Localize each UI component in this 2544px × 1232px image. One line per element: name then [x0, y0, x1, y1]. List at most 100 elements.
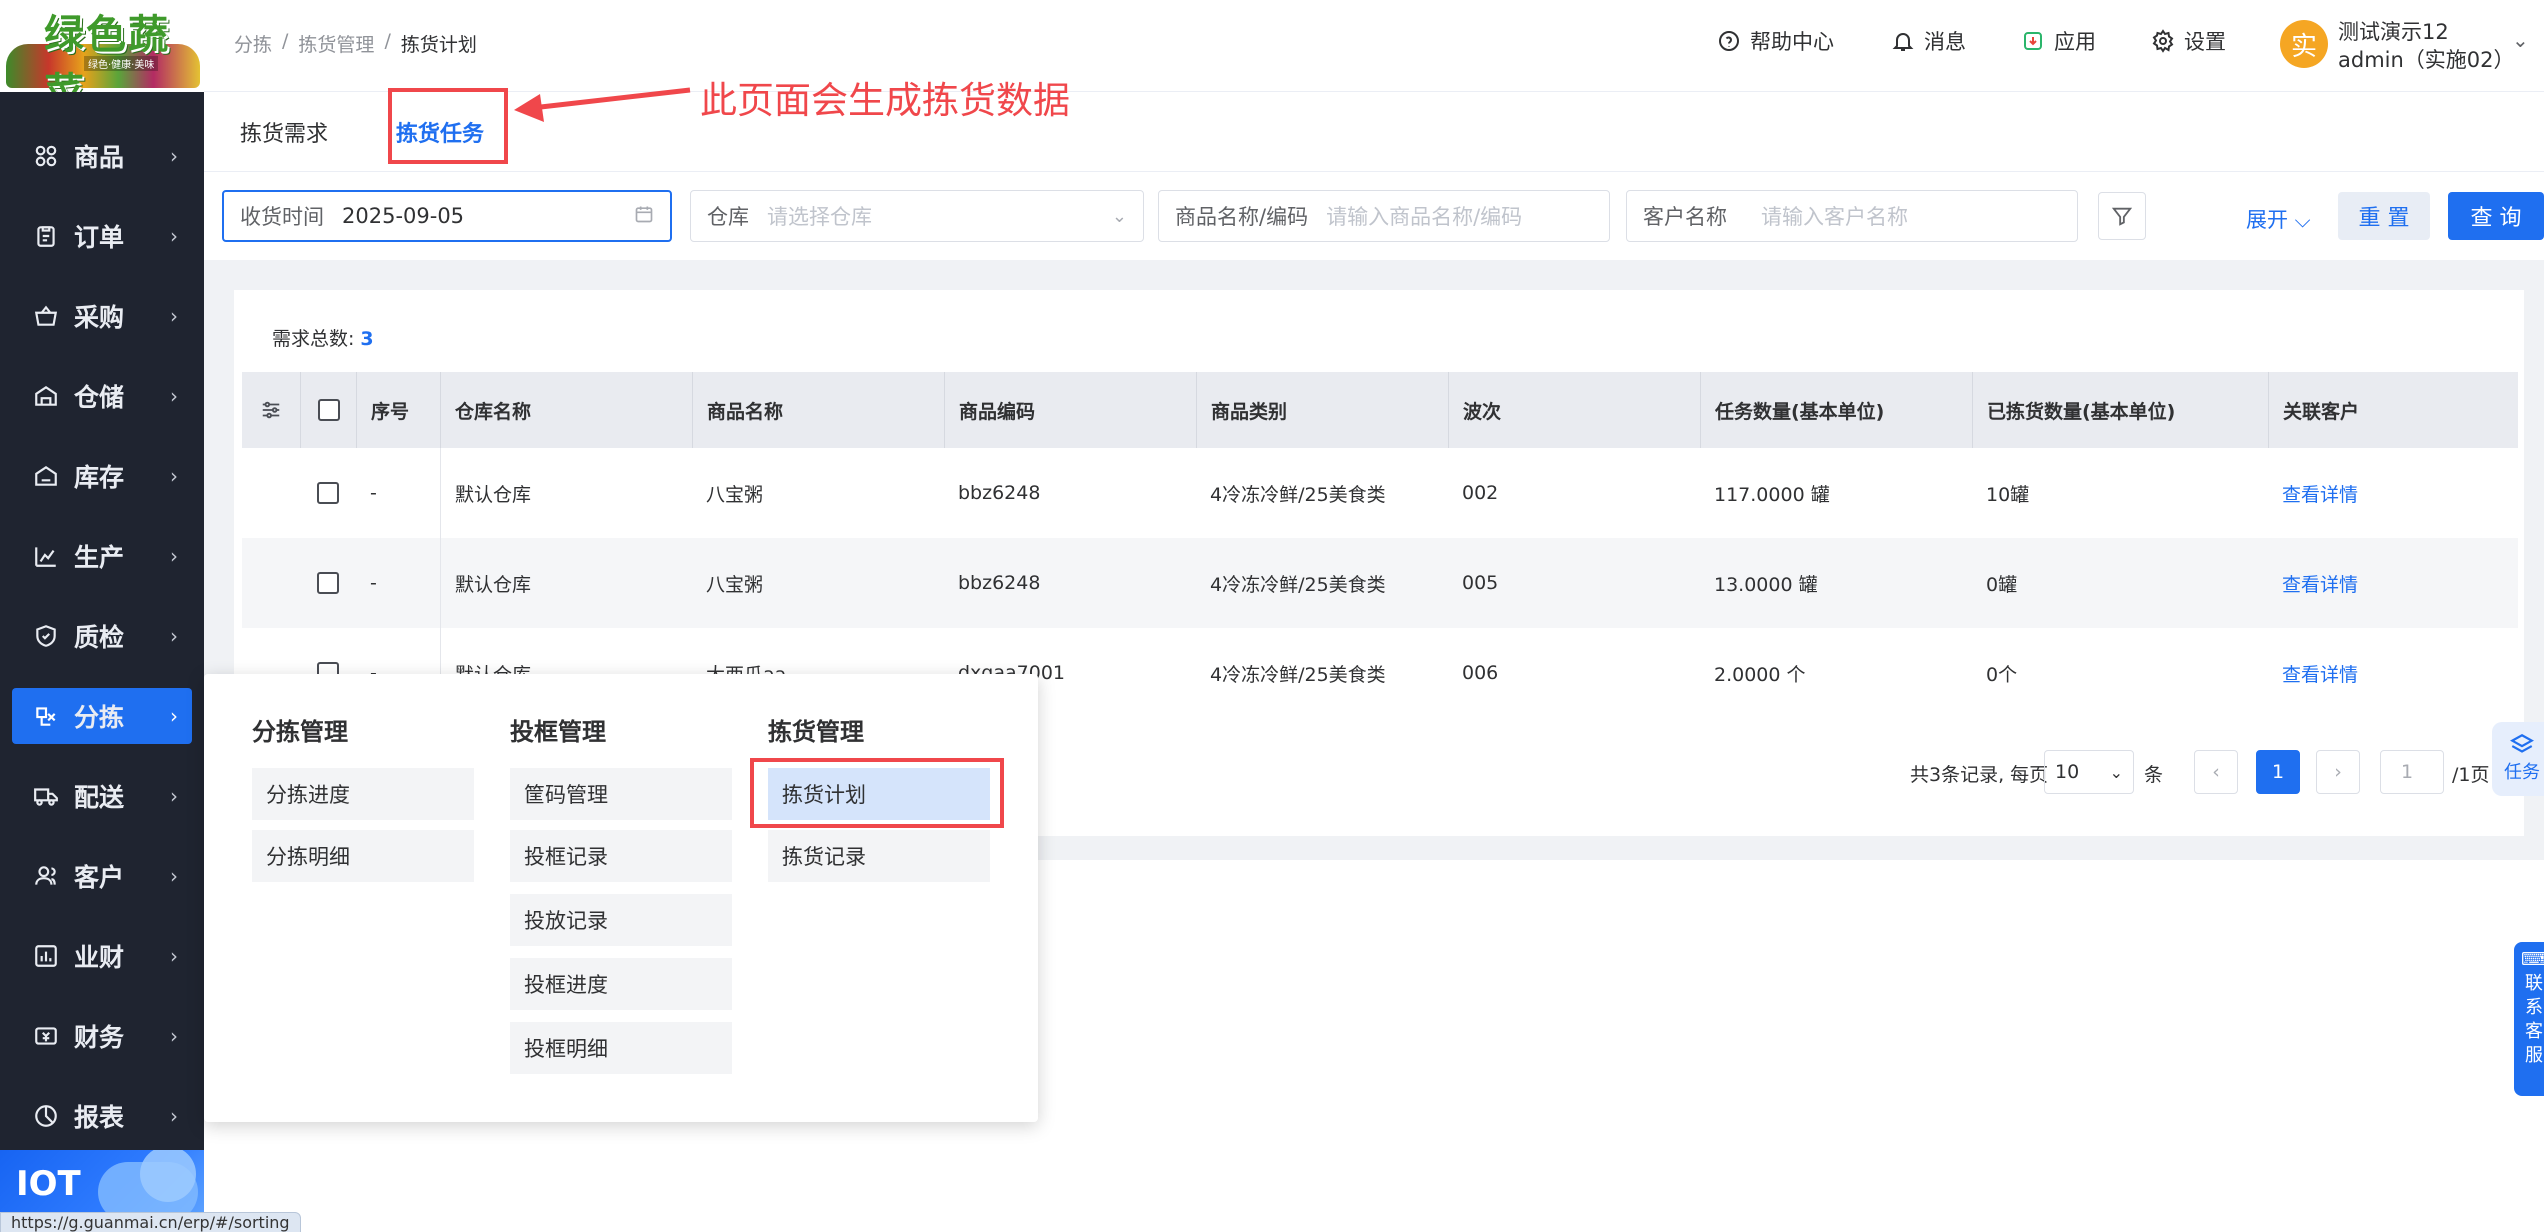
column-header: 任务数量(基本单位)	[1700, 372, 1972, 448]
sidebar-item-customer[interactable]: 客户 ›	[0, 848, 204, 904]
chevron-down-icon[interactable]: ⌄	[2512, 28, 2529, 52]
settings-button[interactable]: 设置	[2150, 26, 2226, 56]
cell-seq: -	[370, 572, 377, 594]
sidebar-item-goods[interactable]: 商品 ›	[0, 128, 204, 184]
submenu-item-sorting-detail[interactable]: 分拣明细	[252, 830, 474, 882]
checkbox[interactable]	[317, 482, 339, 504]
submenu-item-basket-record[interactable]: 投框记录	[510, 830, 732, 882]
sidebar-item-orders[interactable]: 订单 ›	[0, 208, 204, 264]
sidebar-item-purchase[interactable]: 采购 ›	[0, 288, 204, 344]
sidebar-item-label: 库存	[74, 463, 125, 492]
demand-total-count: 3	[360, 328, 374, 350]
top-header: 分拣 / 拣货管理 / 拣货计划 帮助中心 消息 应用 设置 实 测试演示12 …	[204, 0, 2544, 92]
sidebar-item-finance[interactable]: 财务 ›	[0, 1008, 204, 1064]
sorting-submenu: 分拣管理 分拣进度 分拣明细 投框管理 筐码管理 投框记录 投放记录 投框进度 …	[204, 674, 1038, 1122]
chevron-right-icon: ›	[170, 464, 178, 488]
apps-button[interactable]: 应用	[2020, 26, 2096, 56]
warehouse-label: 仓库	[707, 205, 749, 229]
submenu-item-put-record[interactable]: 投放记录	[510, 894, 732, 946]
sidebar-item-production[interactable]: 生产 ›	[0, 528, 204, 584]
pagination-summary: 共3条记录, 每页	[1910, 764, 2049, 786]
row-checkbox[interactable]	[300, 538, 356, 628]
sidebar-item-delivery[interactable]: 配送 ›	[0, 768, 204, 824]
table-row: - 默认仓库 八宝粥 bbz6248 4冷冻冷鲜/25美食类 002 117.0…	[242, 448, 2518, 538]
cell-code: bbz6248	[958, 482, 1041, 504]
task-float-label: 任务	[2504, 762, 2540, 783]
customer-name-input[interactable]: 客户名称 请输入客户名称	[1626, 190, 2078, 242]
breadcrumb-current: 拣货计划	[400, 34, 477, 56]
sidebar-item-business-finance[interactable]: 业财 ›	[0, 928, 204, 984]
chevron-right-icon: ›	[170, 1104, 178, 1128]
cell-wave: 006	[1462, 662, 1499, 684]
view-details-label[interactable]: 查看详情	[2282, 480, 2358, 507]
column-header: 波次	[1448, 372, 1700, 448]
submenu-item-sorting-progress[interactable]: 分拣进度	[252, 768, 474, 820]
view-details-link[interactable]: 查看详情	[2268, 448, 2518, 538]
contact-service-button[interactable]: ⌨ 联 系 客 服	[2514, 942, 2544, 1096]
tab-bar: 拣货需求 拣货任务 此页面会生成拣货数据	[204, 79, 2544, 172]
receive-time-picker[interactable]: 收货时间 2025-09-05	[222, 190, 672, 242]
task-float-button[interactable]: 任务	[2492, 722, 2544, 796]
column-settings-icon[interactable]	[242, 372, 300, 448]
expand-button[interactable]: 展开 ⌵	[2246, 204, 2311, 234]
goods-search-input[interactable]: 商品名称/编码 请输入商品名称/编码	[1158, 190, 1610, 242]
chevron-down-icon: ⌄	[2109, 762, 2123, 782]
annotation-highlight-box	[388, 88, 508, 164]
submenu-item-picking-record[interactable]: 拣货记录	[768, 830, 990, 882]
sidebar-item-reports[interactable]: 报表 ›	[0, 1088, 204, 1144]
help-center-button[interactable]: 帮助中心	[1716, 26, 1834, 56]
logo-text: 绿色蔬菜	[44, 12, 170, 92]
submenu-item-basket-progress[interactable]: 投框进度	[510, 958, 732, 1010]
filter-button[interactable]	[2098, 192, 2146, 240]
checkbox[interactable]	[317, 399, 340, 421]
submenu-item-basket-code[interactable]: 筐码管理	[510, 768, 732, 820]
select-all-checkbox[interactable]	[300, 372, 356, 448]
chevron-right-icon: ›	[170, 1024, 178, 1048]
tab-picking-demand[interactable]: 拣货需求	[240, 116, 328, 148]
submenu-item-basket-detail[interactable]: 投框明细	[510, 1022, 732, 1074]
cell-picked-qty: 10罐	[1986, 483, 2030, 506]
logo[interactable]: 绿色蔬菜 绿色·健康·美味	[0, 0, 204, 92]
sidebar-item-label: 客户	[74, 863, 125, 892]
page-size-value: 10	[2055, 761, 2080, 783]
sidebar-item-label: 仓储	[74, 383, 125, 412]
view-details-label[interactable]: 查看详情	[2282, 660, 2358, 687]
layers-icon	[2510, 734, 2534, 753]
messages-button[interactable]: 消息	[1890, 26, 1966, 56]
user-name[interactable]: 测试演示12	[2338, 16, 2449, 46]
breadcrumb-item[interactable]: 分拣	[234, 30, 272, 57]
annotation-arrow-icon	[514, 87, 691, 122]
sidebar-item-sorting[interactable]: 分拣 ›	[12, 688, 192, 744]
page-number-current[interactable]: 1	[2256, 750, 2300, 794]
sidebar-item-label: 配送	[74, 783, 125, 812]
sidebar-item-label: 业财	[74, 943, 125, 972]
sidebar-item-label: 生产	[74, 543, 125, 572]
reset-button[interactable]: 重 置	[2338, 192, 2430, 240]
row-checkbox[interactable]	[300, 448, 356, 538]
cell-category: 4冷冻冷鲜/25美食类	[1210, 483, 1386, 506]
iot-label: IOT	[16, 1164, 81, 1204]
breadcrumb-item[interactable]: 拣货管理	[298, 30, 374, 57]
prev-page-button[interactable]: ‹	[2194, 750, 2238, 794]
cell-wave: 005	[1462, 572, 1499, 594]
warehouse-select[interactable]: 仓库 请选择仓库 ⌄	[690, 190, 1144, 242]
sidebar-item-quality[interactable]: 质检 ›	[0, 608, 204, 664]
query-button[interactable]: 查 询	[2448, 192, 2544, 240]
next-page-button[interactable]: ›	[2316, 750, 2360, 794]
column-header: 商品名称	[692, 372, 944, 448]
goods-label: 商品名称/编码	[1175, 205, 1309, 229]
page-size-select[interactable]: 10 ⌄	[2044, 750, 2134, 794]
sidebar-item-storage[interactable]: 仓储 ›	[0, 368, 204, 424]
view-details-label[interactable]: 查看详情	[2282, 570, 2358, 597]
avatar[interactable]: 实	[2280, 20, 2328, 68]
view-details-link[interactable]: 查看详情	[2268, 538, 2518, 628]
page-jump-input[interactable]: 1	[2380, 750, 2444, 794]
sidebar-item-label: 财务	[74, 1023, 125, 1052]
logo-subtext: 绿色·健康·美味	[84, 56, 159, 71]
cell-seq: -	[370, 482, 377, 504]
chevron-right-icon: ›	[170, 144, 178, 168]
view-details-link[interactable]: 查看详情	[2268, 628, 2518, 718]
checkbox[interactable]	[317, 572, 339, 594]
sidebar-item-label: 采购	[74, 303, 125, 332]
sidebar-item-inventory[interactable]: 库存 ›	[0, 448, 204, 504]
